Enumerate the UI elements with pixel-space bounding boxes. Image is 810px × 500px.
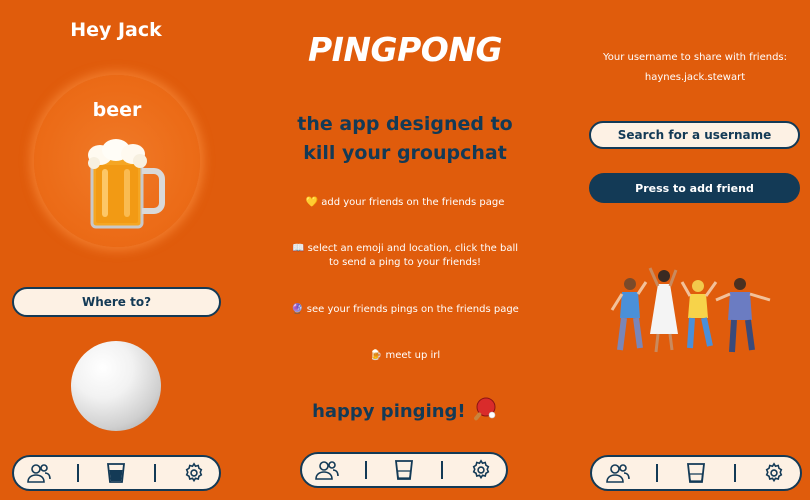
step-text: select an emoji and location, click the … xyxy=(307,243,519,254)
about-screen: PINGPONG the app designed to kill your g… xyxy=(290,0,520,500)
nav-divider xyxy=(154,464,157,482)
greeting-text: Hey Jack xyxy=(70,19,162,41)
tagline-line: the app designed to xyxy=(297,113,513,135)
yellow-heart-icon: 💛 xyxy=(305,197,319,208)
drink-cup-icon[interactable] xyxy=(683,460,709,486)
step-text: to send a ping to your friends! xyxy=(328,257,482,268)
friends-icon[interactable] xyxy=(605,460,631,486)
bottom-nav xyxy=(12,455,221,491)
nav-divider xyxy=(76,464,79,482)
add-friend-button[interactable]: Press to add friend xyxy=(589,173,800,203)
friends-icon[interactable] xyxy=(26,460,52,486)
step-text: add your friends on the friends page xyxy=(321,197,505,208)
brand-title: PINGPONG xyxy=(307,30,503,69)
nav-divider xyxy=(734,464,737,482)
tagline-line: kill your groupchat xyxy=(303,142,507,164)
gear-icon[interactable] xyxy=(761,460,787,486)
map-icon: 📖 xyxy=(291,243,305,254)
ping-pong-paddle-icon xyxy=(472,397,498,422)
home-screen: Hey Jack beer Where to? xyxy=(0,0,232,500)
gear-icon[interactable] xyxy=(468,457,494,483)
drink-cup-icon[interactable] xyxy=(391,457,417,483)
drink-cup-icon[interactable] xyxy=(103,460,129,486)
step-item: 🍺 meet up irl xyxy=(250,349,560,363)
bottom-nav xyxy=(590,455,802,491)
closing-message: happy pinging! xyxy=(260,396,550,422)
closing-text: happy pinging! xyxy=(312,401,466,422)
nav-divider xyxy=(441,461,444,479)
selected-emoji-name: beer xyxy=(92,99,142,121)
nav-divider xyxy=(655,464,658,482)
celebrating-friends-illustration xyxy=(608,262,778,362)
where-to-input[interactable]: Where to? xyxy=(12,287,221,317)
step-item: 💛 add your friends on the friends page xyxy=(250,196,560,210)
selected-emoji-circle[interactable]: beer xyxy=(34,75,200,247)
step-text: see your friends pings on the friends pa… xyxy=(306,304,519,315)
gear-icon[interactable] xyxy=(181,460,207,486)
ping-ball-button[interactable] xyxy=(71,341,161,431)
share-username-label: Your username to share with friends: xyxy=(602,52,788,63)
purple-orb-icon: 🔮 xyxy=(291,304,304,315)
beer-mug-icon xyxy=(78,135,168,235)
friends-screen: Your username to share with friends: hay… xyxy=(580,0,810,500)
beer-icon: 🍺 xyxy=(369,350,383,361)
step-item: 📖 select an emoji and location, click th… xyxy=(250,242,560,270)
tagline: the app designed to kill your groupchat xyxy=(270,110,540,168)
friends-icon[interactable] xyxy=(314,457,340,483)
step-item: 🔮 see your friends pings on the friends … xyxy=(250,303,560,317)
bottom-nav xyxy=(300,452,508,488)
username-value: haynes.jack.stewart xyxy=(644,72,746,83)
nav-divider xyxy=(364,461,367,479)
step-text: meet up irl xyxy=(385,350,441,361)
search-username-input[interactable]: Search for a username xyxy=(589,121,800,149)
